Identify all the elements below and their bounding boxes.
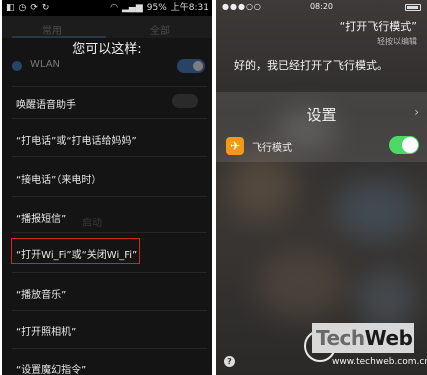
siri-screen: ●●●○○ 08:20 “打开飞行模式” 轻按以编辑 好的，我已经打开了飞行模式… bbox=[216, 0, 427, 375]
android-voice-assistant-screen: ◧ ◷ ⟳ ↻ ◠ ▂▄▆ 95% 上午8:31 常用 全部 您可以这样: WL… bbox=[2, 0, 212, 375]
help-icon[interactable]: ? bbox=[224, 356, 235, 367]
settings-title: 设置 bbox=[306, 106, 337, 124]
ios-status-bar: ●●●○○ 08:20 bbox=[216, 0, 427, 14]
tap-to-edit-hint[interactable]: 轻按以编辑 bbox=[377, 36, 417, 47]
logo-web: Web bbox=[364, 326, 413, 350]
command-item[interactable]: “播报短信” bbox=[16, 210, 66, 225]
notification-icon: ◧ bbox=[6, 3, 15, 13]
status-time: 上午8:31 bbox=[170, 3, 209, 13]
background-toggle bbox=[172, 94, 198, 108]
divider bbox=[12, 196, 207, 197]
overlay-title: 您可以这样: bbox=[72, 42, 142, 57]
divider bbox=[12, 310, 207, 311]
command-item[interactable]: 唤醒语音助手 bbox=[16, 96, 76, 111]
tab-common[interactable]: 常用 bbox=[42, 22, 62, 37]
siri-query-text[interactable]: “打开飞行模式” bbox=[340, 18, 417, 34]
clock-icon: ◷ bbox=[18, 3, 27, 13]
wifi-icon: ◠ bbox=[110, 3, 118, 13]
blur-blob bbox=[336, 180, 416, 240]
logo-tech: Tech bbox=[316, 326, 365, 350]
highlight-box bbox=[11, 238, 140, 264]
blur-blob bbox=[256, 250, 346, 320]
airplane-icon: ✈ bbox=[226, 137, 244, 155]
siri-answer-text: 好的，我已经打开了飞行模式。 bbox=[234, 59, 388, 72]
command-item[interactable]: “打开照相机” bbox=[16, 323, 76, 338]
android-status-bar: ◧ ◷ ⟳ ↻ ◠ ▂▄▆ 95% 上午8:31 bbox=[2, 0, 212, 16]
command-item[interactable]: “接电话”（来电时） bbox=[16, 171, 101, 186]
techweb-watermark: TechWeb www.techweb.com.cn bbox=[312, 323, 427, 375]
watermark-logo: TechWeb bbox=[312, 323, 414, 353]
background-hint-text: 启动 bbox=[82, 218, 102, 229]
blur-blob bbox=[356, 270, 416, 330]
background-wlan-row: WLAN bbox=[12, 58, 207, 76]
divider bbox=[12, 86, 207, 87]
command-item[interactable]: “打电话”或“打电话给妈妈” bbox=[16, 132, 137, 147]
loop-icon: ↻ bbox=[41, 3, 50, 13]
status-time: 08:20 bbox=[309, 2, 334, 11]
battery-icon bbox=[405, 4, 421, 11]
divider bbox=[12, 232, 207, 233]
tab-all[interactable]: 全部 bbox=[150, 22, 170, 37]
signal-icon: ▂▄▆ bbox=[122, 3, 143, 13]
wlan-label: WLAN bbox=[30, 59, 61, 70]
divider bbox=[12, 348, 207, 349]
airplane-mode-row: ✈ 飞行模式 bbox=[216, 134, 427, 160]
background-tab-bar: 常用 全部 bbox=[2, 16, 212, 38]
airplane-mode-switch[interactable] bbox=[389, 136, 419, 154]
divider bbox=[12, 272, 207, 273]
battery-percent: 95% bbox=[146, 3, 167, 13]
airplane-mode-label: 飞行模式 bbox=[252, 143, 292, 154]
wlan-switch bbox=[177, 59, 205, 73]
divider bbox=[12, 156, 207, 157]
watermark-url: www.techweb.com.cn bbox=[332, 357, 427, 367]
wlan-icon bbox=[12, 61, 22, 71]
settings-card[interactable]: 设置 › ✈ 飞行模式 bbox=[216, 92, 427, 162]
command-item[interactable]: “播放音乐” bbox=[16, 286, 66, 301]
divider bbox=[12, 118, 207, 119]
chevron-right-icon[interactable]: › bbox=[414, 105, 419, 119]
command-item[interactable]: “设置魔幻指令” bbox=[16, 361, 86, 375]
sync-icon: ⟳ bbox=[30, 3, 38, 13]
